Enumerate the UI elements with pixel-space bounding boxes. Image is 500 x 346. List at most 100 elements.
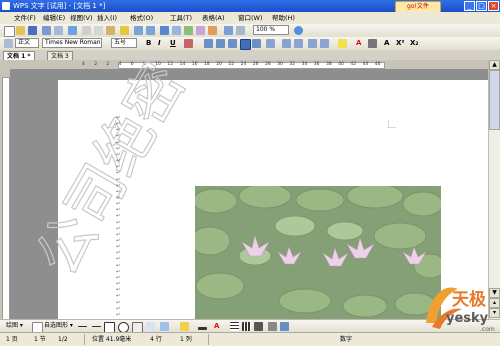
- undo-icon[interactable]: [134, 26, 143, 35]
- bold-button[interactable]: B: [146, 38, 151, 49]
- status-position: 位置 41.9毫米: [92, 336, 132, 343]
- draw-font-color-button[interactable]: A: [214, 321, 219, 332]
- document-map-icon[interactable]: [224, 26, 233, 35]
- water-lily-picture[interactable]: [195, 186, 441, 319]
- menu-tools[interactable]: 工具(T): [170, 13, 192, 23]
- drawing-icon[interactable]: [208, 26, 217, 35]
- logo-brand-cn: 天极: [452, 290, 486, 310]
- distribute-icon[interactable]: [252, 39, 261, 48]
- menu-window[interactable]: 窗口(W): [238, 13, 263, 23]
- line-color-icon[interactable]: [198, 327, 207, 330]
- autoshapes-button[interactable]: 自选图形 ▾: [44, 321, 73, 330]
- paragraph-mark: ↵: [116, 115, 121, 121]
- new-document-icon[interactable]: [4, 26, 15, 37]
- spellcheck-icon[interactable]: [68, 26, 77, 35]
- dash-style-icon[interactable]: [242, 322, 251, 331]
- menu-file[interactable]: 文件(F): [14, 13, 36, 23]
- styles-icon[interactable]: [4, 39, 13, 48]
- diagram-icon[interactable]: [160, 322, 169, 331]
- maximize-button[interactable]: □: [476, 1, 487, 11]
- align-center-icon[interactable]: [216, 39, 225, 48]
- bullets-icon[interactable]: [294, 39, 303, 48]
- decrease-indent-icon[interactable]: [308, 39, 317, 48]
- font-color-button[interactable]: A: [356, 38, 361, 49]
- ruler-number: 40: [338, 62, 344, 67]
- line-style-icon[interactable]: [230, 322, 239, 331]
- paragraph-mark: ↵: [116, 262, 121, 269]
- fill-color-icon[interactable]: [180, 322, 189, 331]
- ruler-number: 42: [350, 62, 357, 67]
- paragraph-mark: ↵: [116, 299, 121, 306]
- superscript-button[interactable]: X²: [396, 38, 404, 49]
- print-preview-icon[interactable]: [54, 26, 63, 35]
- ruler-number: 44: [362, 62, 369, 67]
- ruler-number: 32: [289, 62, 296, 67]
- margin-corner-topright: [388, 120, 396, 128]
- font-size-select[interactable]: 五号: [111, 38, 137, 48]
- zoom-select[interactable]: 100 %: [253, 25, 289, 35]
- strikethrough-icon[interactable]: [184, 39, 193, 48]
- font-select[interactable]: Times New Roman: [42, 38, 102, 48]
- menu-table[interactable]: 表格(A): [202, 13, 225, 23]
- columns-icon[interactable]: [196, 26, 205, 35]
- align-left-icon[interactable]: [204, 39, 213, 48]
- redo-icon[interactable]: [146, 26, 155, 35]
- scroll-up-arrow-icon[interactable]: ▲: [489, 60, 500, 70]
- paragraph-mark: ↵: [116, 305, 121, 312]
- menu-help[interactable]: 帮助(H): [272, 13, 295, 23]
- menu-view[interactable]: 视图(V): [70, 13, 93, 23]
- menu-format[interactable]: 格式(O): [130, 13, 153, 23]
- line-spacing-icon[interactable]: [266, 39, 275, 48]
- character-border-icon[interactable]: [368, 39, 377, 48]
- close-button[interactable]: ×: [488, 1, 499, 11]
- open-folder-icon[interactable]: [16, 26, 25, 35]
- status-numlock: 数字: [340, 336, 353, 343]
- show-hide-icon[interactable]: [236, 26, 245, 35]
- cut-icon[interactable]: [82, 26, 91, 35]
- paragraph-mark: ↵: [116, 176, 121, 183]
- formatting-toolbar: 正文 Times New Roman 五号 B I U A A X² X₂: [0, 37, 500, 51]
- help-icon[interactable]: [294, 26, 303, 35]
- insert-picture-icon[interactable]: [184, 26, 193, 35]
- paste-icon[interactable]: [106, 26, 115, 35]
- scroll-thumb[interactable]: [489, 70, 500, 130]
- ruler-number: 2: [106, 62, 110, 67]
- menu-insert[interactable]: 插入(I): [97, 13, 117, 23]
- status-section: 1 节: [34, 336, 46, 343]
- copy-icon[interactable]: [94, 26, 103, 35]
- align-right-icon[interactable]: [228, 39, 237, 48]
- increase-indent-icon[interactable]: [320, 39, 329, 48]
- ruler-number: 2: [94, 62, 98, 67]
- ruler-number: 34: [301, 62, 308, 67]
- grow-font-button[interactable]: A: [384, 38, 389, 49]
- paragraph-mark: ↵: [116, 268, 121, 275]
- subscript-button[interactable]: X₂: [410, 38, 418, 49]
- highlight-icon[interactable]: [338, 39, 347, 48]
- table-icon[interactable]: [172, 26, 181, 35]
- hyperlink-icon[interactable]: [160, 26, 169, 35]
- arrow-style-icon[interactable]: [254, 322, 263, 331]
- print-icon[interactable]: [42, 26, 51, 35]
- shadow-style-icon[interactable]: [268, 322, 277, 331]
- 3d-style-icon[interactable]: [280, 322, 289, 331]
- title-bar: WPS 文字 [试用] - [文档 1 *] go!文件 _ □ ×: [0, 0, 500, 13]
- style-select[interactable]: 正文: [15, 38, 39, 48]
- paragraph-mark: ↵: [116, 194, 121, 201]
- justify-icon[interactable]: [240, 39, 251, 50]
- ruler-number: 26: [252, 62, 259, 67]
- draw-menu-button[interactable]: 绘图 ▾: [6, 321, 23, 330]
- wordart-icon[interactable]: [146, 322, 155, 331]
- ruler-number: 22: [228, 62, 235, 67]
- save-icon[interactable]: [28, 26, 37, 35]
- ruler-number: 38: [326, 62, 332, 67]
- menu-edit[interactable]: 编辑(E): [43, 13, 65, 23]
- minimize-button[interactable]: _: [464, 1, 475, 11]
- italic-button[interactable]: I: [158, 38, 161, 49]
- wps-app-icon[interactable]: [2, 2, 10, 10]
- ruler-number: 4: [82, 62, 85, 67]
- arrow-tool-icon[interactable]: [92, 326, 101, 327]
- underline-button[interactable]: U: [170, 38, 176, 49]
- line-tool-icon[interactable]: [78, 326, 87, 327]
- format-painter-icon[interactable]: [120, 26, 129, 35]
- numbering-icon[interactable]: [282, 39, 291, 48]
